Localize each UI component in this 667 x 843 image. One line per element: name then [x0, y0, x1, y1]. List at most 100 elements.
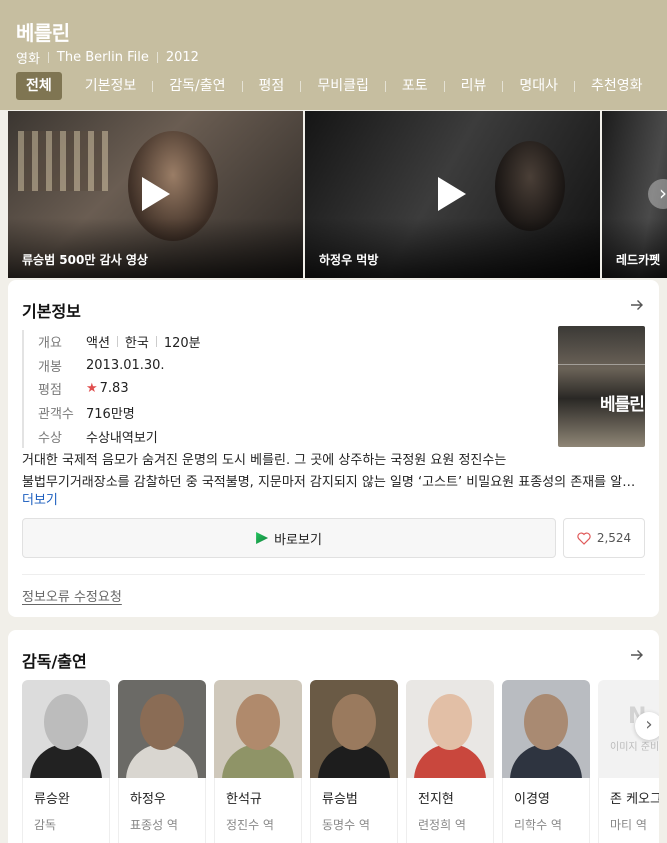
cast-item[interactable]: 이경영 리학수 역: [502, 680, 590, 843]
tab-photo[interactable]: 포토: [392, 72, 438, 100]
info-value: ★ 7.83: [86, 381, 129, 396]
chevron-right-icon[interactable]: ›: [648, 179, 667, 209]
person-silhouette: [332, 694, 376, 750]
video-overlay: [8, 218, 303, 278]
person-silhouette: [140, 694, 184, 750]
tab-divider: [443, 80, 445, 92]
tab-rating[interactable]: 평점: [249, 72, 295, 100]
cast-item[interactable]: 하정우 표종성 역: [118, 680, 206, 843]
star-icon: ★: [86, 381, 98, 397]
cast-item[interactable]: N 이미지 준비중 존 케오그 마티 역: [598, 680, 659, 843]
person-role: 련정희 역: [418, 818, 466, 832]
person-role: 감독: [34, 818, 57, 832]
person-info: 류승완 감독: [22, 778, 110, 843]
synopsis: 거대한 국제적 음모가 숨겨진 운명의 도시 베를린. 그 곳에 상주하는 국정…: [22, 450, 645, 494]
person-info: 한석규 정진수 역: [214, 778, 302, 843]
tab-divider: [152, 80, 154, 92]
person-photo: [502, 680, 590, 778]
person-name: 류승완: [34, 792, 70, 807]
tab-famous-lines[interactable]: 명대사: [509, 72, 568, 100]
tab-director-cast[interactable]: 감독/출연: [159, 72, 235, 100]
watch-now-label: 바로보기: [274, 532, 322, 548]
play-icon[interactable]: [142, 177, 170, 211]
info-key: 관객수: [38, 407, 74, 423]
cast-item[interactable]: 한석규 정진수 역: [214, 680, 302, 843]
tab-movie-clip[interactable]: 무비클립: [307, 72, 379, 100]
cast-card: 감독/출연 류승완 감독 하정우 표종성 역 한석규 정진수 역 류승범 동명수…: [8, 630, 659, 843]
person-photo: [406, 680, 494, 778]
synopsis-line: 불법무기거래장소를 감찰하던 중 국적불명, 지문마저 감지되지 않는 일명 ‘…: [22, 475, 645, 490]
value-divider: [155, 336, 157, 348]
chevron-right-icon[interactable]: ›: [635, 712, 659, 740]
person-name: 존 케오그: [610, 792, 659, 807]
tab-all[interactable]: 전체: [16, 72, 62, 100]
cast-item[interactable]: 류승범 동명수 역: [310, 680, 398, 843]
movie-meta: 영화 The Berlin File 2012: [16, 48, 199, 67]
video-thumbnail: [18, 131, 108, 191]
like-button[interactable]: 2,524: [563, 518, 645, 558]
release-date: 2013.01.30.: [86, 357, 165, 373]
person-role: 마티 역: [610, 818, 647, 832]
person-name: 이경영: [514, 792, 550, 807]
person-silhouette: [44, 694, 88, 750]
person-info: 존 케오그 마티 역: [598, 778, 659, 843]
play-icon: [256, 532, 269, 544]
tab-divider: [241, 80, 243, 92]
tab-recommended[interactable]: 추천영화: [581, 72, 653, 100]
person-role: 동명수 역: [322, 818, 370, 832]
person-silhouette: [524, 694, 568, 750]
heart-icon: [577, 531, 591, 545]
movie-year: 2012: [165, 50, 199, 65]
info-value: 액션 한국 120분: [86, 332, 201, 351]
info-key: 평점: [38, 383, 62, 399]
poster-title: 베를린: [600, 395, 645, 415]
tab-divider: [502, 80, 504, 92]
movie-header: 베를린 영화 The Berlin File 2012 전체 기본정보 감독/출…: [0, 0, 667, 110]
video-card[interactable]: 류승범 500만 감사 영상: [8, 111, 303, 278]
tab-divider: [384, 80, 386, 92]
section-title: 기본정보: [22, 302, 81, 321]
divider: [22, 574, 645, 575]
runtime: 120분: [163, 336, 201, 352]
movie-poster[interactable]: 베를린: [558, 326, 645, 447]
info-row-rating: 평점 ★ 7.83: [24, 377, 542, 401]
tab-divider: [574, 80, 576, 92]
info-row-award: 수상 수상내역보기: [24, 424, 542, 448]
poster-art: [558, 364, 645, 365]
video-carousel: 류승범 500만 감사 영상 하정우 먹방 레드카펫 ›: [8, 111, 667, 278]
cast-item[interactable]: 전지현 련정희 역: [406, 680, 494, 843]
watch-now-button[interactable]: 바로보기: [22, 518, 556, 558]
report-error-link[interactable]: 정보오류 수정요청: [22, 586, 122, 605]
meta-divider: [156, 52, 158, 63]
synopsis-line: 거대한 국제적 음모가 숨겨진 운명의 도시 베를린. 그 곳에 상주하는 국정…: [22, 453, 507, 468]
person-name: 류승범: [322, 792, 358, 807]
person-name: 하정우: [130, 792, 166, 807]
like-count: 2,524: [596, 531, 632, 545]
tab-divider: [300, 80, 302, 92]
arrow-right-icon[interactable]: [629, 647, 645, 663]
play-icon[interactable]: [438, 177, 466, 211]
more-link[interactable]: 더보기: [22, 489, 58, 508]
person-info: 전지현 련정희 역: [406, 778, 494, 843]
person-info: 하정우 표종성 역: [118, 778, 206, 843]
video-card[interactable]: 하정우 먹방: [305, 111, 600, 278]
country: 한국: [124, 336, 149, 352]
tab-review[interactable]: 리뷰: [451, 72, 497, 100]
movie-category: 영화: [16, 52, 40, 67]
value-divider: [116, 336, 118, 348]
cast-item[interactable]: 류승완 감독: [22, 680, 110, 843]
basic-info-card: 기본정보 개요 액션 한국 120분 개봉 2013.01.30. 평점 ★ 7…: [8, 280, 659, 617]
movie-title: 베를린: [16, 21, 70, 45]
info-key: 개요: [38, 336, 62, 352]
person-silhouette: [236, 694, 280, 750]
video-card[interactable]: 레드카펫 ›: [602, 111, 667, 278]
genre: 액션: [86, 336, 110, 352]
award-link[interactable]: 수상내역보기: [86, 427, 158, 446]
person-photo: [118, 680, 206, 778]
info-row-audience: 관객수 716만명: [24, 401, 542, 425]
video-caption: 류승범 500만 감사 영상: [22, 253, 148, 267]
placeholder-text: 이미지 준비중: [610, 742, 659, 753]
tab-basic-info[interactable]: 기본정보: [75, 72, 147, 100]
section-title: 감독/출연: [22, 652, 87, 671]
arrow-right-icon[interactable]: [629, 297, 645, 313]
